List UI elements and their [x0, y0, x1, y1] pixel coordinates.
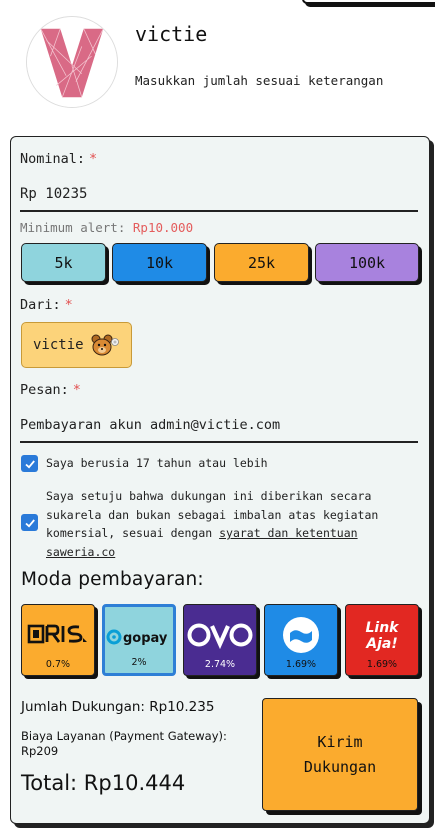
consent-line-3: komersial, sesuai dengan syarat dan kete…: [46, 524, 406, 543]
ovo-logo-icon: [184, 613, 256, 657]
biaya-layanan: Biaya Layanan (Payment Gateway): Rp209: [21, 729, 227, 759]
age-check-text: Saya berusia 17 tahun atau lebih: [46, 456, 268, 470]
bear-emoji-icon: [91, 334, 119, 356]
linkaja-logo-icon: Link Aja!: [346, 613, 418, 657]
nominal-label: Nominal: *: [20, 151, 97, 167]
ovo-fee: 2.74%: [204, 659, 236, 670]
message-input-underline: [20, 441, 418, 443]
preset-5k-button[interactable]: 5k: [21, 243, 106, 282]
checkmark-icon: [24, 518, 35, 527]
terms-link-site[interactable]: saweria.co: [46, 545, 115, 559]
required-mark: *: [89, 151, 98, 167]
nominal-input[interactable]: Rp 10235: [20, 186, 87, 202]
gopay-logo-icon: gopay: [105, 615, 173, 659]
qris-fee: 0.7%: [45, 659, 71, 670]
payment-gopay-button[interactable]: gopay 2%: [102, 604, 176, 676]
nominal-label-text: Nominal:: [20, 151, 86, 167]
from-label-text: Dari:: [20, 297, 61, 313]
creator-subtitle: Masukkan jumlah sesuai keterangan: [135, 73, 384, 88]
required-mark: *: [72, 382, 81, 398]
age-checkbox[interactable]: [21, 455, 38, 472]
from-name-chip[interactable]: victie: [21, 322, 132, 368]
submit-donation-button[interactable]: Kirim Dukungan: [262, 698, 418, 811]
creator-name: victie: [135, 22, 208, 46]
message-label: Pesan: *: [20, 382, 81, 398]
creator-avatar: [26, 16, 118, 108]
message-label-text: Pesan:: [20, 382, 69, 398]
top-bar-fragment: [302, 0, 435, 4]
required-mark: *: [64, 297, 73, 313]
preset-100k-label: 100k: [348, 253, 386, 272]
dana-logo-icon: [265, 613, 337, 657]
biaya-layanan-amount: Rp209: [21, 744, 59, 758]
biaya-layanan-label: Biaya Layanan (Payment Gateway):: [21, 729, 227, 743]
qris-logo-icon: [22, 613, 94, 657]
total-amount: Total: Rp10.444: [21, 771, 186, 795]
svg-text:Link: Link: [366, 620, 401, 636]
consent-line-1: Saya setuju bahwa dukungan ini diberikan…: [46, 489, 372, 503]
svg-text:Aja!: Aja!: [365, 636, 397, 652]
consent-checkbox[interactable]: [21, 514, 38, 531]
minimum-alert: Minimum alert: Rp10.000: [20, 220, 193, 235]
from-label: Dari: *: [20, 297, 73, 313]
preset-100k-button[interactable]: 100k: [315, 243, 419, 282]
dana-fee: 1.69%: [285, 659, 317, 670]
submit-label-line-2: Dukungan: [303, 757, 377, 776]
preset-25k-button[interactable]: 25k: [214, 243, 309, 282]
consent-line-3-prefix: komersial, sesuai dengan: [46, 526, 220, 540]
svg-text:gopay: gopay: [123, 631, 168, 646]
terms-link[interactable]: syarat dan ketentuan: [219, 526, 357, 540]
payment-dana-button[interactable]: 1.69%: [264, 604, 338, 676]
preset-10k-label: 10k: [145, 253, 174, 272]
minimum-alert-amount: Rp10.000: [132, 220, 194, 235]
submit-label-line-1: Kirim: [317, 732, 363, 751]
preset-10k-button[interactable]: 10k: [112, 243, 207, 282]
minimum-alert-label: Minimum alert:: [20, 220, 126, 235]
consent-check-text: Saya setuju bahwa dukungan ini diberikan…: [46, 487, 406, 561]
nominal-input-underline: [20, 210, 418, 212]
payment-method-title: Moda pembayaran:: [21, 569, 204, 590]
preset-25k-label: 25k: [247, 253, 276, 272]
checkmark-icon: [24, 459, 35, 468]
payment-ovo-button[interactable]: 2.74%: [183, 604, 257, 676]
payment-linkaja-button[interactable]: Link Aja! 1.69%: [345, 604, 419, 676]
message-input[interactable]: Pembayaran akun admin@victie.com: [20, 417, 280, 433]
payment-qris-button[interactable]: 0.7%: [21, 604, 95, 676]
consent-line-2: sukarela dan bukan sebagai imbalan atas …: [46, 507, 379, 522]
preset-5k-label: 5k: [54, 253, 73, 272]
gopay-fee: 2%: [131, 657, 147, 668]
from-name-value: victie: [33, 337, 84, 353]
linkaja-fee: 1.69%: [366, 659, 398, 670]
avatar-v-logo-icon: [27, 17, 117, 107]
jumlah-dukungan: Jumlah Dukungan: Rp10.235: [21, 699, 215, 715]
